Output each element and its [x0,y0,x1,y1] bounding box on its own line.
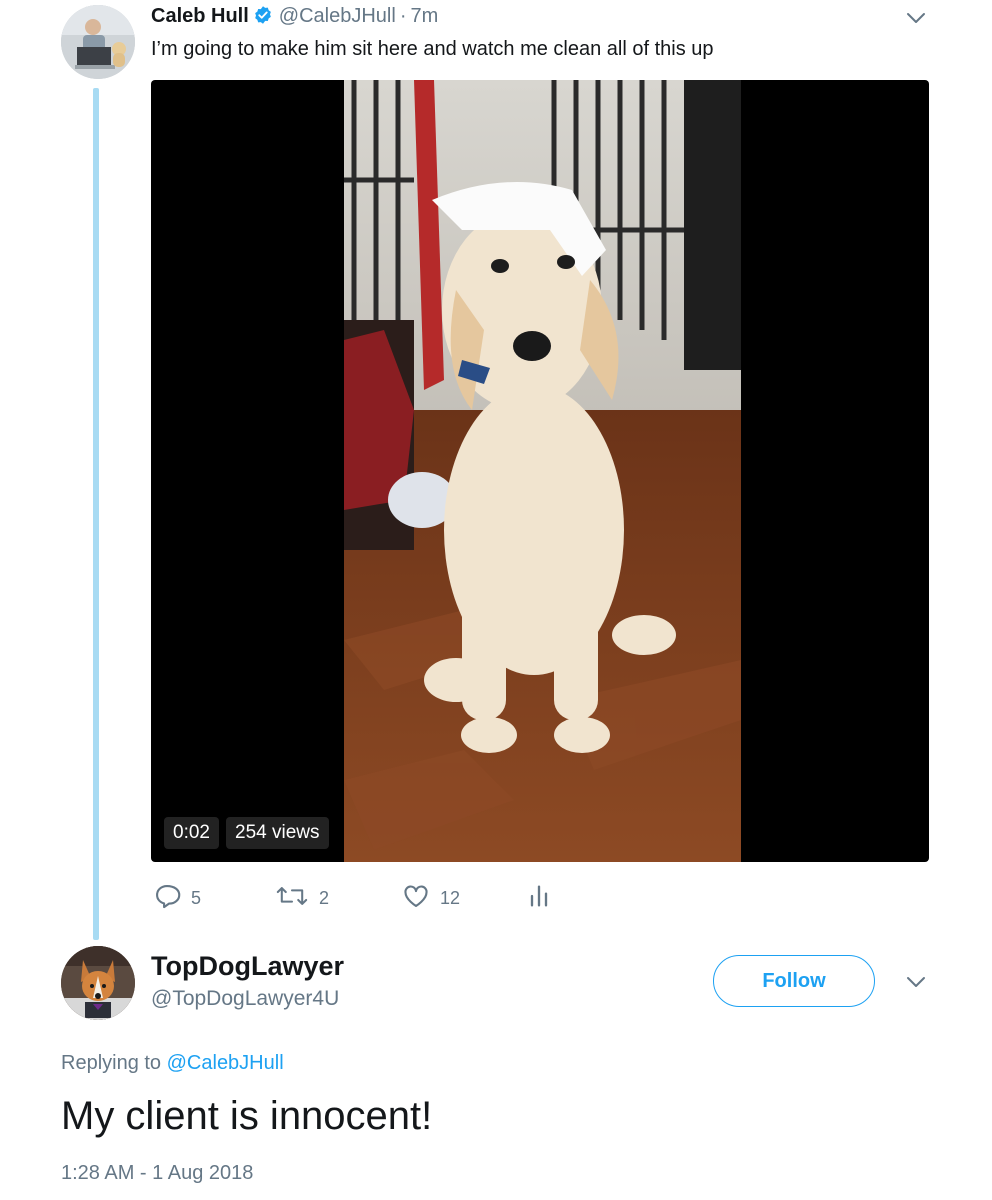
reply-count: 5 [191,887,202,908]
reply-icon [153,882,181,915]
analytics-icon [527,882,551,915]
video-duration-badge: 0:02 [164,817,219,849]
video-views-badge: 254 views [226,817,329,849]
avatar[interactable] [61,5,135,79]
replying-mention-link[interactable]: @CalebJHull [167,1052,284,1074]
analytics-button[interactable] [527,880,551,916]
reply-text: My client is innocent! [61,1094,433,1138]
reply-author-handle[interactable]: @TopDogLawyer4U [151,986,339,1012]
chevron-down-icon[interactable] [904,6,928,30]
retweet-button[interactable]: 2 [275,880,329,916]
video-frame [344,80,741,862]
retweet-icon [275,882,309,915]
tweet-actions: 5 2 12 [151,880,651,916]
like-button[interactable]: 12 [402,880,460,916]
tweet-time[interactable]: 7m [410,5,438,27]
chevron-down-icon[interactable] [904,970,928,994]
reply-timestamp[interactable]: 1:28 AM - 1 Aug 2018 [61,1160,253,1186]
thread-line [93,88,99,940]
avatar[interactable] [61,946,135,1020]
author-handle[interactable]: @CalebJHull [279,5,396,27]
follow-button[interactable]: Follow [713,955,875,1007]
reply-button[interactable]: 5 [153,880,201,916]
like-count: 12 [440,887,461,908]
tweet-text: I’m going to make him sit here and watch… [151,38,714,60]
reply-author-name[interactable]: TopDogLawyer [151,950,344,982]
retweet-count: 2 [319,887,330,908]
separator-dot: · [399,5,407,27]
heart-icon [402,882,430,915]
author-name[interactable]: Caleb Hull [151,5,249,27]
tweet-header: Caleb Hull @CalebJHull · 7m [151,3,438,32]
replying-prefix: Replying to [61,1052,162,1074]
replying-to: Replying to @CalebJHull [61,1050,284,1076]
video-player[interactable]: 0:02 254 views [151,80,929,862]
verified-badge-icon [253,5,273,32]
